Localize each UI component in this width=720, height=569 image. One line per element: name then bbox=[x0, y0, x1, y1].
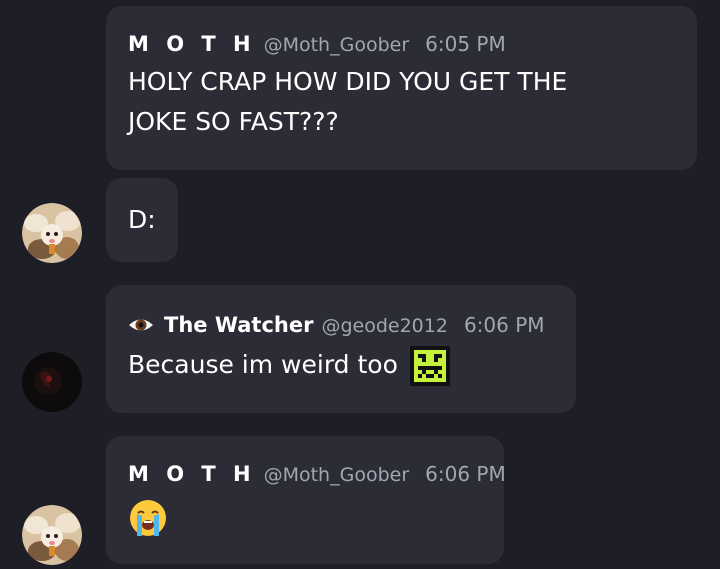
pixel-creature-emoji-icon bbox=[409, 346, 450, 386]
moth-avatar-icon bbox=[22, 203, 82, 263]
message-text: D: bbox=[128, 205, 156, 234]
avatar[interactable] bbox=[22, 505, 82, 565]
loudly-crying-face-icon bbox=[128, 498, 168, 538]
eye-icon bbox=[128, 316, 154, 334]
author-name[interactable]: M O T H bbox=[128, 32, 256, 56]
moth-avatar-icon bbox=[22, 505, 82, 565]
message-header: M O T H @Moth_Goober 6:06 PM bbox=[128, 462, 506, 486]
author-name[interactable]: M O T H bbox=[128, 462, 256, 486]
timestamp: 6:05 PM bbox=[425, 32, 506, 56]
chat-log: M O T H @Moth_Goober 6:05 PM HOLY CRAP H… bbox=[0, 0, 720, 569]
message-header: M O T H @Moth_Goober 6:05 PM bbox=[128, 32, 675, 56]
author-handle: @Moth_Goober bbox=[263, 34, 410, 56]
message-header: The Watcher @geode2012 6:06 PM bbox=[128, 313, 554, 337]
timestamp: 6:06 PM bbox=[425, 462, 506, 486]
avatar[interactable] bbox=[22, 352, 82, 412]
avatar[interactable] bbox=[22, 203, 82, 263]
author-handle: @Moth_Goober bbox=[263, 464, 410, 486]
message-text: HOLY CRAP HOW DID YOU GET THE JOKE SO FA… bbox=[128, 62, 675, 142]
message-bubble[interactable]: D: bbox=[106, 178, 178, 262]
message-text-row: Because im weird too bbox=[128, 345, 554, 386]
watcher-avatar-icon bbox=[22, 352, 82, 412]
timestamp: 6:06 PM bbox=[463, 313, 545, 337]
message-text-line: JOKE SO FAST??? bbox=[128, 107, 339, 136]
author-handle: @geode2012 bbox=[321, 315, 448, 337]
message-text-line: HOLY CRAP HOW DID YOU GET THE bbox=[128, 67, 568, 96]
message-bubble[interactable]: The Watcher @geode2012 6:06 PM Because i… bbox=[106, 285, 576, 413]
message-bubble[interactable]: M O T H @Moth_Goober 6:05 PM HOLY CRAP H… bbox=[106, 6, 697, 170]
message-bubble[interactable]: M O T H @Moth_Goober 6:06 PM bbox=[106, 436, 506, 564]
author-name[interactable]: The Watcher bbox=[164, 313, 313, 337]
message-text: Because im weird too bbox=[128, 350, 398, 379]
message-emoji-row bbox=[128, 498, 482, 542]
